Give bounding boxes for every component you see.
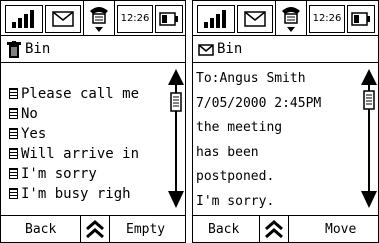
empty-button[interactable]: Empty bbox=[126, 222, 165, 237]
scrollbar-thumb[interactable] bbox=[363, 90, 375, 110]
list-item-label: Will arrive in bbox=[21, 146, 140, 162]
message-timestamp: 7/05/2000 2:45PM bbox=[196, 96, 322, 111]
arrow-down-icon[interactable] bbox=[361, 191, 377, 208]
menu-button[interactable] bbox=[259, 216, 289, 242]
menu-button[interactable] bbox=[80, 216, 110, 242]
left-phone-screen: 12:26 Bin Please call me No Yes Will arr… bbox=[0, 0, 186, 243]
back-button[interactable]: Back bbox=[25, 222, 56, 237]
list-item[interactable]: No bbox=[9, 106, 38, 122]
list-item-label: No bbox=[21, 106, 38, 122]
scrollbar[interactable] bbox=[165, 63, 185, 215]
message-body-line: has been bbox=[196, 145, 259, 160]
scrollbar-thumb[interactable] bbox=[170, 92, 182, 112]
status-bar: 12:26 bbox=[193, 1, 378, 36]
message-icon bbox=[9, 188, 18, 199]
list-item-label: Please call me bbox=[21, 86, 140, 102]
message-icon bbox=[9, 168, 18, 179]
signal-strength-icon bbox=[197, 5, 235, 33]
clock: 12:26 bbox=[309, 5, 345, 33]
message-detail: To:Angus Smith 7/05/2000 2:45PM the meet… bbox=[193, 63, 357, 215]
list-item[interactable]: I'm sorry bbox=[9, 166, 97, 182]
message-recipient: To:Angus Smith bbox=[196, 71, 306, 86]
status-bar: 12:26 bbox=[1, 1, 185, 36]
list-item[interactable]: Will arrive in bbox=[9, 146, 139, 162]
message-icon bbox=[9, 128, 18, 139]
battery-icon bbox=[347, 5, 375, 33]
move-button[interactable]: Move bbox=[325, 222, 356, 237]
scrollbar[interactable] bbox=[358, 63, 378, 215]
phone-icon[interactable] bbox=[83, 1, 115, 36]
list-item[interactable]: Yes bbox=[9, 126, 46, 142]
signal-strength-icon bbox=[5, 5, 43, 33]
softkey-bar: Back Move bbox=[193, 215, 378, 242]
clock: 12:26 bbox=[117, 5, 153, 33]
list-item[interactable]: I'm busy righ bbox=[9, 186, 131, 202]
message-icon bbox=[9, 88, 18, 99]
double-chevron-up-icon bbox=[86, 220, 104, 239]
message-icon bbox=[9, 148, 18, 159]
title-bar: Bin bbox=[1, 36, 185, 63]
title-bar: Bin bbox=[193, 36, 378, 63]
list-item-label: I'm busy righ bbox=[21, 186, 131, 202]
double-chevron-up-icon bbox=[265, 220, 283, 239]
trash-bin-icon bbox=[7, 41, 21, 58]
list-item-label: I'm sorry bbox=[21, 166, 97, 182]
arrow-up-icon[interactable] bbox=[168, 69, 184, 85]
message-icon bbox=[9, 108, 18, 119]
phone-icon[interactable] bbox=[275, 1, 307, 36]
arrow-down-icon[interactable] bbox=[168, 191, 184, 208]
envelope-icon[interactable] bbox=[237, 5, 273, 33]
softkey-bar: Back Empty bbox=[1, 215, 185, 242]
message-body-line: the meeting bbox=[196, 120, 283, 135]
list-item[interactable]: Please call me bbox=[9, 86, 139, 102]
message-body-line: I'm sorry. bbox=[196, 194, 275, 209]
battery-icon bbox=[155, 5, 183, 33]
back-button[interactable]: Back bbox=[208, 222, 239, 237]
right-phone-screen: 12:26 Bin To:Angus Smith 7/05/2000 2:45P… bbox=[192, 0, 379, 243]
envelope-icon[interactable] bbox=[45, 5, 81, 33]
arrow-up-icon[interactable] bbox=[361, 69, 377, 85]
list-item-label: Yes bbox=[21, 126, 47, 142]
message-list: Please call me No Yes Will arrive in I'm… bbox=[1, 63, 163, 215]
envelope-icon bbox=[198, 44, 214, 56]
page-title: Bin bbox=[217, 41, 243, 57]
message-body-line: postponed. bbox=[196, 169, 275, 184]
page-title: Bin bbox=[25, 41, 51, 57]
